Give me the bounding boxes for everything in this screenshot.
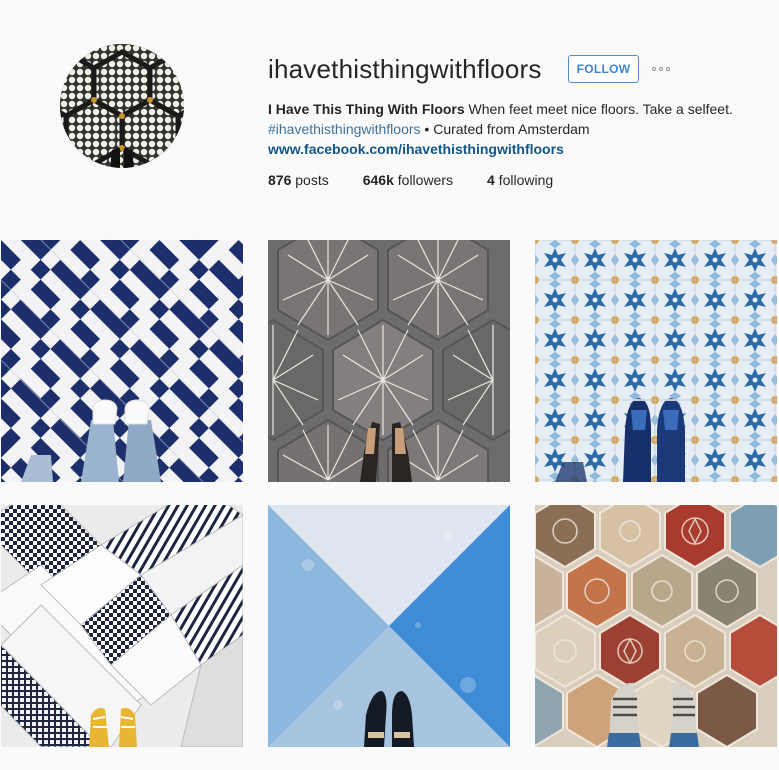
photo-tile[interactable]: [535, 505, 777, 747]
bio-line-1: I Have This Thing With Floors When feet …: [268, 99, 748, 119]
dot: [659, 67, 663, 71]
bio-line-3: www.facebook.com/ihavethisthingwithfloor…: [268, 139, 748, 159]
posts-stat: 876 posts: [268, 170, 329, 190]
posts-count: 876: [268, 172, 292, 188]
profile-avatar[interactable]: [60, 44, 184, 168]
follow-button[interactable]: FOLLOW: [568, 55, 639, 83]
dot: [666, 67, 670, 71]
photo-tile[interactable]: [268, 505, 510, 747]
profile-full-name: I Have This Thing With Floors: [268, 101, 465, 117]
bio-line-2: #ihavethisthingwithfloors • Curated from…: [268, 119, 748, 139]
followers-stat[interactable]: 646k followers: [363, 170, 453, 190]
following-stat[interactable]: 4 following: [487, 170, 553, 190]
profile-username: ihavethisthingwithfloors: [268, 54, 542, 84]
bio-text: When feet meet nice floors. Take a selfe…: [464, 101, 733, 117]
photo-tile[interactable]: [1, 505, 243, 747]
bio-location: • Curated from Amsterdam: [420, 121, 590, 137]
profile-stats: 876 posts 646k followers 4 following: [268, 170, 587, 190]
photo-tile[interactable]: [268, 240, 510, 482]
following-label: following: [494, 172, 554, 188]
more-options-icon[interactable]: [652, 63, 674, 75]
profile-website-link[interactable]: www.facebook.com/ihavethisthingwithfloor…: [268, 141, 564, 157]
photo-tile[interactable]: [535, 240, 777, 482]
posts-label: posts: [291, 172, 329, 188]
bio-hashtag-link[interactable]: #ihavethisthingwithfloors: [268, 121, 421, 137]
photo-tile[interactable]: [1, 240, 243, 482]
following-count: 4: [487, 172, 495, 188]
profile-bio: I Have This Thing With Floors When feet …: [268, 99, 748, 159]
dot: [652, 67, 656, 71]
followers-label: followers: [393, 172, 454, 188]
followers-count: 646k: [362, 172, 394, 188]
